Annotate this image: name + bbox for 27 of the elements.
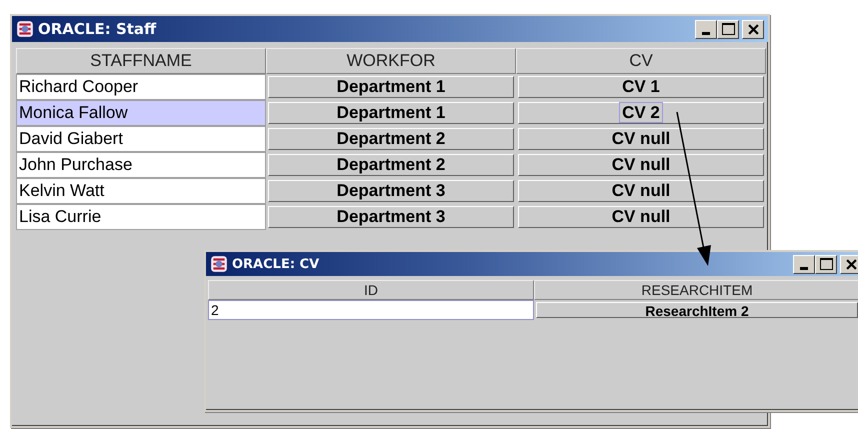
department-button[interactable]: Department 3 (268, 206, 514, 228)
table-cell[interactable]: John Purchase (16, 152, 266, 178)
table-cell[interactable]: David Giabert (16, 126, 266, 152)
department-button[interactable]: Department 1 (268, 102, 514, 124)
column-header[interactable]: RESEARCHITEM (534, 280, 858, 300)
column-header[interactable]: STAFFNAME (16, 48, 266, 74)
column-header[interactable]: ID (208, 280, 534, 300)
column-header[interactable]: CV (516, 48, 766, 74)
table-cell[interactable]: Kelvin Watt (16, 178, 266, 204)
cv-button[interactable]: CV 1 (518, 76, 764, 98)
cv-button[interactable]: CV 2 (518, 102, 764, 124)
table-cell[interactable]: Monica Fallow (16, 100, 266, 126)
cv-button[interactable]: CV null (518, 154, 764, 176)
research-item-button[interactable]: ResearchItem 2 (536, 302, 858, 318)
cv-button[interactable]: CV null (518, 180, 764, 202)
table-cell[interactable]: Richard Cooper (16, 74, 266, 100)
department-button[interactable]: Department 3 (268, 180, 514, 202)
column-header[interactable]: WORKFOR (266, 48, 516, 74)
department-button[interactable]: Department 1 (268, 76, 514, 98)
department-button[interactable]: Department 2 (268, 154, 514, 176)
window-title: ORACLE: CV (232, 256, 320, 272)
cv-button[interactable]: CV null (518, 206, 764, 228)
table-cell[interactable]: Lisa Currie (16, 204, 266, 230)
department-button[interactable]: Department 2 (268, 128, 514, 150)
cv-button[interactable]: CV null (518, 128, 764, 150)
window-title: ORACLE: Staff (38, 20, 156, 38)
table-cell[interactable]: 2 (208, 300, 534, 320)
